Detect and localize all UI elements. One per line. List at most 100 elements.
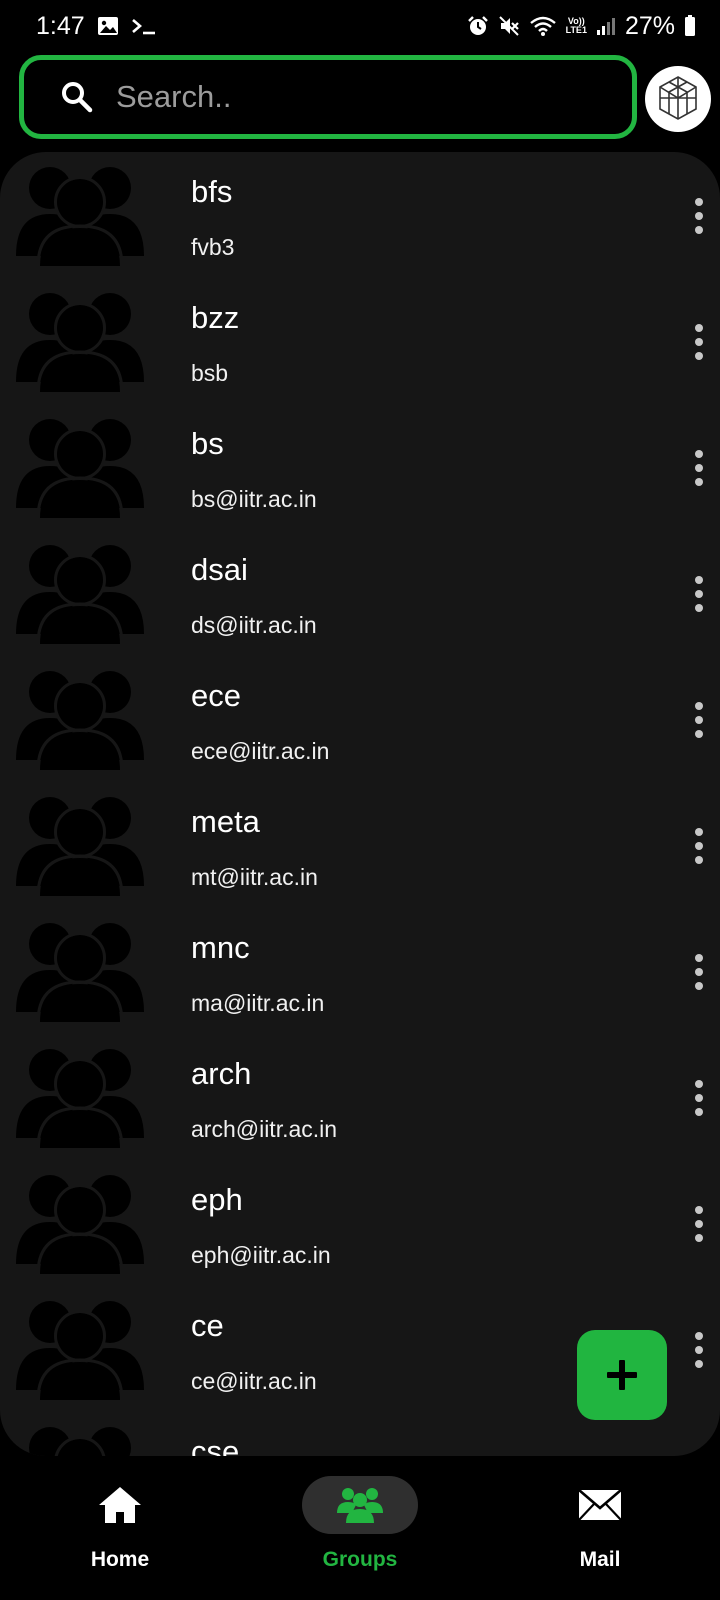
search-input[interactable] — [116, 72, 586, 122]
status-time: 1:47 — [36, 11, 85, 40]
more-options-dot — [695, 590, 703, 598]
group-name: cse — [191, 1434, 240, 1456]
more-options-icon[interactable] — [685, 1204, 713, 1244]
more-options-icon[interactable] — [685, 1078, 713, 1118]
more-options-dot — [695, 828, 703, 836]
group-row[interactable]: meta mt@iitr.ac.in — [0, 782, 720, 908]
group-row[interactable]: bfs fvb3 — [0, 152, 720, 278]
more-options-dot — [695, 968, 703, 976]
more-options-dot — [695, 716, 703, 724]
alarm-icon — [467, 15, 489, 37]
more-options-icon[interactable] — [685, 952, 713, 992]
mute-icon — [498, 15, 520, 37]
group-avatar-icon — [16, 662, 144, 771]
more-options-dot — [695, 226, 703, 234]
group-avatar-icon — [16, 1418, 144, 1456]
app-logo-button[interactable] — [645, 66, 711, 132]
group-row[interactable]: ece ece@iitr.ac.in — [0, 656, 720, 782]
nav-mail[interactable]: Mail — [500, 1476, 700, 1586]
groups-icon — [337, 1488, 383, 1523]
signal-icon — [596, 16, 616, 36]
wifi-icon — [529, 15, 557, 37]
more-options-dot — [695, 702, 703, 710]
search-icon — [60, 80, 94, 114]
app-logo-icon — [659, 76, 697, 120]
status-right: Vo)) LTE1 27% — [467, 12, 696, 41]
group-name: bfs — [191, 174, 233, 209]
group-email: ce@iitr.ac.in — [191, 1368, 317, 1394]
nav-groups[interactable]: Groups — [260, 1476, 460, 1586]
nav-mail-icon-wrap — [542, 1476, 658, 1534]
nav-mail-label: Mail — [579, 1548, 621, 1571]
group-avatar-icon — [16, 788, 144, 897]
more-options-dot — [695, 1220, 703, 1228]
group-avatar-icon — [16, 284, 144, 393]
status-bar: 1:47 Vo)) LTE1 27% — [0, 0, 720, 52]
more-options-icon[interactable] — [685, 826, 713, 866]
more-options-dot — [695, 1080, 703, 1088]
more-options-dot — [695, 604, 703, 612]
bottom-nav: Home Groups Mail — [0, 1456, 720, 1600]
group-row[interactable]: dsai ds@iitr.ac.in — [0, 530, 720, 656]
more-options-dot — [695, 1234, 703, 1242]
group-avatar-icon — [16, 1040, 144, 1149]
group-name: ce — [191, 1308, 224, 1343]
mail-icon — [578, 1489, 622, 1521]
volte-label-bottom: LTE1 — [565, 25, 587, 35]
nav-groups-label: Groups — [322, 1548, 398, 1571]
group-list[interactable]: bfs fvb3 bzz bsb bs bs@iitr.ac.in dsai ds@iitr.… — [0, 152, 720, 1456]
group-name: arch — [191, 1056, 252, 1091]
group-row[interactable]: bs bs@iitr.ac.in — [0, 404, 720, 530]
group-row[interactable]: eph eph@iitr.ac.in — [0, 1160, 720, 1286]
terminal-notification-icon — [131, 16, 157, 36]
more-options-icon[interactable] — [685, 196, 713, 236]
group-name: mnc — [191, 930, 250, 965]
more-options-icon[interactable] — [685, 322, 713, 362]
more-options-dot — [695, 352, 703, 360]
more-options-dot — [695, 1346, 703, 1354]
more-options-dot — [695, 856, 703, 864]
more-options-dot — [695, 1332, 703, 1340]
group-row[interactable]: bzz bsb — [0, 278, 720, 404]
battery-icon — [684, 15, 696, 37]
group-row[interactable]: arch arch@iitr.ac.in — [0, 1034, 720, 1160]
more-options-dot — [695, 730, 703, 738]
more-options-dot — [695, 338, 703, 346]
group-name: bzz — [191, 300, 240, 335]
more-options-dot — [695, 1206, 703, 1214]
group-name: bs — [191, 426, 224, 461]
nav-home[interactable]: Home — [20, 1476, 220, 1586]
more-options-dot — [695, 1094, 703, 1102]
more-options-dot — [695, 464, 703, 472]
more-options-icon[interactable] — [685, 700, 713, 740]
group-email: fvb3 — [191, 234, 235, 260]
more-options-dot — [695, 478, 703, 486]
more-options-dot — [695, 198, 703, 206]
add-group-button[interactable] — [577, 1330, 667, 1420]
group-email: ece@iitr.ac.in — [191, 738, 330, 764]
group-email: ma@iitr.ac.in — [191, 990, 325, 1016]
status-left: 1:47 — [36, 12, 157, 41]
group-avatar-icon — [16, 536, 144, 645]
more-options-dot — [695, 842, 703, 850]
group-name: meta — [191, 804, 260, 839]
more-options-dot — [695, 576, 703, 584]
search-bar[interactable] — [19, 55, 637, 139]
group-name: eph — [191, 1182, 243, 1217]
group-email: bsb — [191, 360, 229, 386]
more-options-dot — [695, 1360, 703, 1368]
group-avatar-icon — [16, 914, 144, 1023]
more-options-icon[interactable] — [685, 574, 713, 614]
nav-home-label: Home — [90, 1548, 150, 1571]
more-options-dot — [695, 450, 703, 458]
group-avatar-icon — [16, 1292, 144, 1401]
more-options-icon[interactable] — [685, 1330, 713, 1370]
group-avatar-icon — [16, 158, 144, 267]
more-options-dot — [695, 212, 703, 220]
nav-groups-icon-wrap — [302, 1476, 418, 1534]
group-row[interactable]: mnc ma@iitr.ac.in — [0, 908, 720, 1034]
more-options-dot — [695, 1108, 703, 1116]
more-options-icon[interactable] — [685, 448, 713, 488]
group-email: arch@iitr.ac.in — [191, 1116, 338, 1142]
group-email: eph@iitr.ac.in — [191, 1242, 331, 1268]
